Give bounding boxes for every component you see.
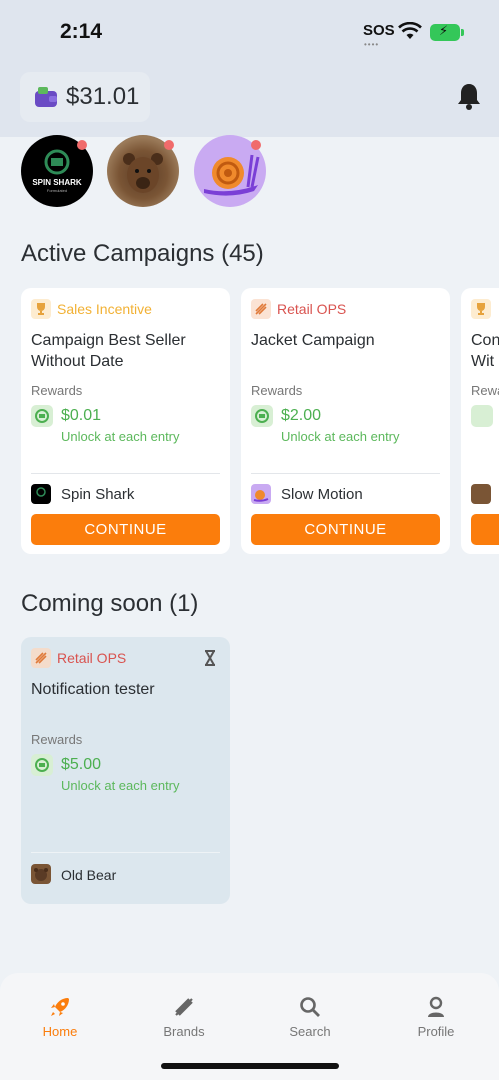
notification-bell-icon[interactable]	[456, 82, 482, 110]
home-indicator	[161, 1063, 339, 1069]
campaign-card[interactable]: Sales Incentive Campaign Best Seller Wit…	[21, 288, 230, 554]
trophy-icon	[31, 299, 51, 319]
campaign-title-partial: Con Wit	[471, 332, 499, 370]
continue-button[interactable]: CONTINUE	[31, 514, 220, 545]
trophy-icon	[471, 299, 491, 319]
reward-icon	[471, 405, 493, 427]
divider	[251, 473, 440, 474]
brands-icon	[175, 998, 193, 1016]
nav-label: Brands	[163, 1024, 205, 1039]
nav-label: Home	[42, 1024, 78, 1039]
rewards-label: Rewa	[471, 383, 499, 398]
rewards-label: Rewards	[31, 732, 83, 747]
nav-home[interactable]: Home	[20, 995, 100, 1039]
campaign-card-partial[interactable]: Con Wit Rewa	[461, 288, 499, 554]
reward-amount: $0.01	[61, 407, 102, 424]
notification-dot	[251, 140, 261, 150]
nav-brands[interactable]: Brands	[144, 995, 224, 1039]
divider	[31, 473, 220, 474]
reward-amount: $5.00	[61, 756, 102, 773]
retail-ops-icon	[251, 299, 271, 319]
campaign-title: Campaign Best Seller Without Date	[31, 332, 186, 370]
coming-soon-title: Coming soon (1)	[21, 590, 199, 617]
hourglass-icon	[205, 650, 215, 666]
reward-icon	[31, 754, 53, 776]
search-icon	[300, 997, 320, 1017]
rewards-label: Rewards	[251, 383, 303, 398]
brand-logo	[31, 484, 51, 504]
brand-name: Old Bear	[61, 867, 117, 883]
nav-label: Profile	[417, 1024, 455, 1039]
svg-text:SPIN SHARK: SPIN SHARK	[32, 178, 82, 187]
campaign-title: Jacket Campaign	[251, 332, 375, 349]
wallet-amount: $31.01	[66, 83, 140, 110]
coming-soon-card[interactable]: Retail OPS Notification tester Rewards $…	[21, 637, 230, 904]
notification-dot	[164, 140, 174, 150]
nav-label: Search	[289, 1024, 331, 1039]
brand-name: Slow Motion	[281, 486, 363, 503]
campaign-title: Notification tester	[31, 681, 155, 698]
nav-profile[interactable]: Profile	[396, 995, 476, 1039]
reward-note: Unlock at each entry	[61, 429, 180, 444]
wifi-icon	[398, 22, 422, 39]
battery-tip	[461, 29, 464, 36]
divider	[31, 852, 220, 853]
reward-icon	[251, 405, 273, 427]
brand-name: Spin Shark	[61, 486, 135, 503]
notification-dot	[77, 140, 87, 150]
status-time: 2:14	[60, 20, 103, 43]
brand-logo	[31, 864, 51, 884]
rocket-icon	[51, 998, 69, 1016]
brand-logo	[251, 484, 271, 504]
profile-icon	[428, 996, 444, 1017]
reward-amount: $2.00	[281, 407, 322, 424]
charging-icon: ⚡	[439, 23, 449, 38]
rewards-label: Rewards	[31, 383, 83, 398]
campaign-category: Sales Incentive	[57, 301, 152, 317]
brand-logo	[471, 484, 491, 504]
status-bar: 2:14 SOS •••• ⚡	[0, 0, 499, 60]
campaign-card[interactable]: Retail OPS Jacket Campaign Rewards $2.00…	[241, 288, 450, 554]
wallet-balance-button[interactable]: $31.01	[20, 72, 150, 122]
reward-icon	[31, 405, 53, 427]
reward-note: Unlock at each entry	[61, 778, 180, 793]
sos-indicator: SOS	[363, 22, 395, 39]
campaign-category: Retail OPS	[277, 301, 347, 317]
signal-dots: ••••	[364, 40, 380, 49]
wallet-icon	[35, 87, 57, 107]
active-campaigns-title: Active Campaigns (45)	[21, 240, 264, 267]
nav-search[interactable]: Search	[270, 995, 350, 1039]
reward-note: Unlock at each entry	[281, 429, 400, 444]
svg-text:Formulated: Formulated	[47, 188, 67, 193]
retail-ops-icon	[31, 648, 51, 668]
continue-button-partial[interactable]	[471, 514, 499, 545]
continue-button[interactable]: CONTINUE	[251, 514, 440, 545]
campaign-category: Retail OPS	[57, 650, 127, 666]
